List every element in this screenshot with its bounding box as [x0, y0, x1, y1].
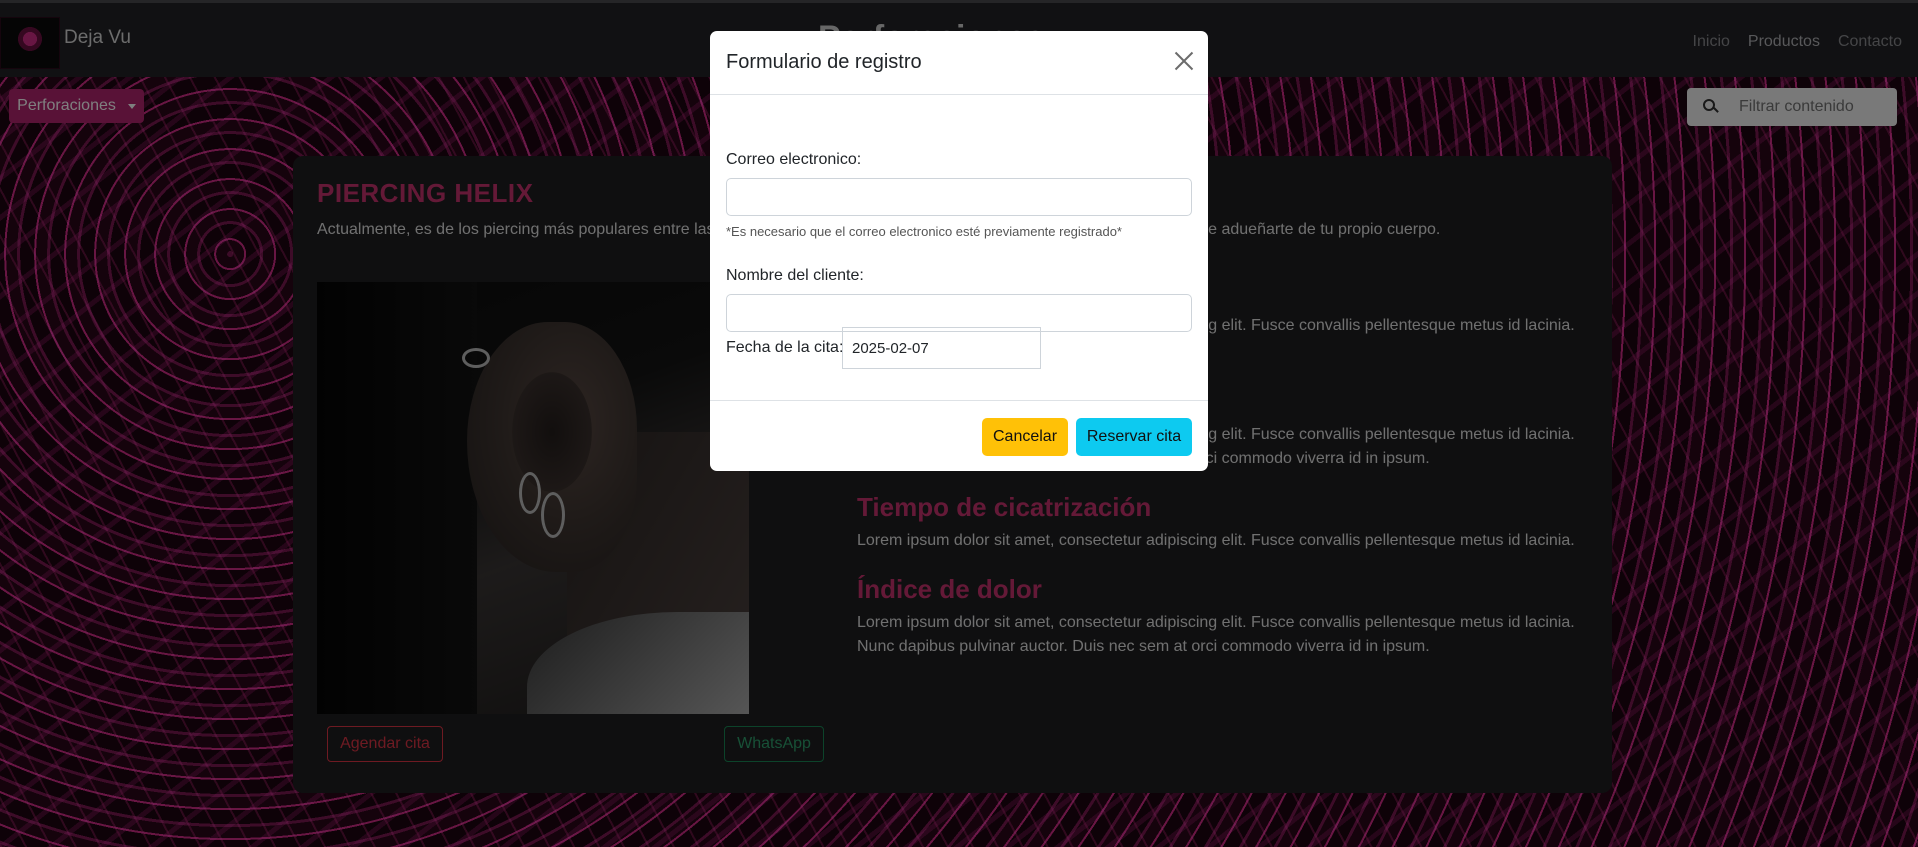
name-label: Nombre del cliente: [726, 267, 864, 284]
modal-footer: Cancelar Reservar cita [710, 400, 1208, 471]
date-field[interactable]: 2025-02-07 [842, 327, 1041, 369]
email-field[interactable] [726, 178, 1192, 216]
modal-header: Formulario de registro [710, 31, 1208, 95]
close-icon[interactable] [1174, 51, 1194, 71]
date-label: Fecha de la cita: [726, 339, 844, 356]
email-label: Correo electronico: [726, 151, 862, 168]
modal-title: Formulario de registro [726, 51, 922, 73]
cancel-button[interactable]: Cancelar [982, 418, 1068, 456]
registration-modal: Formulario de registro Correo electronic… [710, 31, 1208, 471]
email-hint: *Es necesario que el correo electronico … [726, 224, 1122, 239]
reserve-button[interactable]: Reservar cita [1076, 418, 1192, 456]
